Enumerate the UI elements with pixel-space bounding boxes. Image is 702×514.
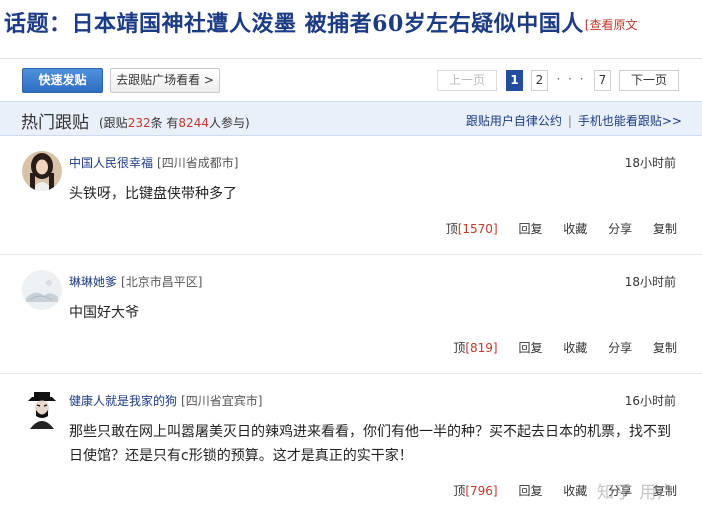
rules-link[interactable]: 跟贴用户自律公约 [466,114,562,128]
comment-content: 中国好大爷 [69,305,139,321]
collect-button[interactable]: 收藏 [563,222,587,236]
comment-item: 琳琳她爹 [北京市昌平区] 18小时前 中国好大爷 顶[819] 回复 收藏 分享… [0,256,702,374]
next-page-button[interactable]: 下一页 [619,70,679,91]
hot-comments-title: 热门跟贴 [21,113,89,133]
comment-time: 16小时前 [624,394,676,408]
share-button[interactable]: 分享 [608,222,632,236]
page-7-button[interactable]: 7 [594,70,611,91]
comment-item: 中国人民很幸福 [四川省成都市] 18小时前 头铁呀，比键盘侠带种多了 顶[157… [0,137,702,255]
user-location: [北京市昌平区] [121,275,203,289]
upvote-label: 顶 [453,484,466,498]
reply-count: 232 [127,116,151,130]
upvote-button[interactable]: 顶[819] [453,341,497,355]
page-2-button[interactable]: 2 [531,70,548,91]
pager-ellipsis: · · · [556,70,586,91]
comment-time: 18小时前 [624,275,676,289]
avatar[interactable] [22,270,62,310]
quick-post-button[interactable]: 快速发贴 [22,68,103,93]
username-link[interactable]: 琳琳她爹 [69,275,117,289]
upvote-button[interactable]: 顶[796] [453,484,497,498]
mobile-link[interactable]: 手机也能看跟贴>> [578,114,682,128]
comment-content: 头铁呀，比键盘侠带种多了 [69,186,237,202]
collect-button[interactable]: 收藏 [563,484,587,498]
copy-button[interactable]: 复制 [653,222,677,236]
stats-suffix: 人参与) [208,116,250,130]
collect-button[interactable]: 收藏 [563,341,587,355]
reply-button[interactable]: 回复 [518,484,542,498]
share-button[interactable]: 分享 [608,341,632,355]
username-link[interactable]: 中国人民很幸福 [69,156,153,170]
page-title: 话题：日本靖国神社遭人泼墨 被捕者60岁左右疑似中国人 [4,11,584,37]
reply-button[interactable]: 回复 [518,341,542,355]
upvote-label: 顶 [445,222,458,236]
copy-button[interactable]: 复制 [653,341,677,355]
participant-count: 8244 [178,116,209,130]
username-link[interactable]: 健康人就是我家的狗 [69,394,177,408]
upvote-count: [1570] [457,222,498,236]
avatar[interactable] [22,151,62,191]
avatar-masked-figure-icon [22,389,62,429]
comment-user: 中国人民很幸福 [四川省成都市] [69,154,238,171]
upvote-button[interactable]: 顶[1570] [446,222,498,236]
stats-mid: 条 有 [150,116,179,130]
comment-user: 琳琳她爹 [北京市昌平区] [69,273,202,290]
comment-stats: (跟贴232条 有8244人参与) [99,114,250,131]
reply-button[interactable]: 回复 [518,222,542,236]
prev-page-button[interactable]: 上一页 [437,70,497,91]
avatar[interactable] [22,389,62,429]
comment-actions: 顶[819] 回复 收藏 分享 复制 [453,339,677,356]
avatar-girl-icon [22,151,62,191]
zhihu-watermark: 知乎 用户 [597,483,676,503]
toolbar: 快速发贴 去跟贴广场看看 > 上一页 1 2 · · · 7 下一页 [0,58,702,100]
user-location: [四川省成都市] [157,156,239,170]
hot-comments-header: 热门跟贴 (跟贴232条 有8244人参与) 跟贴用户自律公约 | 手机也能看跟贴>… [0,101,702,136]
upvote-count: [819] [465,341,498,355]
plaza-button[interactable]: 去跟贴广场看看 > [110,68,220,93]
header-links: 跟贴用户自律公约 | 手机也能看跟贴>> [466,112,682,129]
comment-time: 18小时前 [624,156,676,170]
upvote-label: 顶 [453,341,466,355]
stats-prefix: (跟贴 [99,116,128,130]
avatar-landscape-icon [22,270,62,310]
page-1-button[interactable]: 1 [506,70,523,91]
user-location: [四川省宜宾市] [181,394,263,408]
view-source-link[interactable]: [查看原文 [585,18,638,32]
link-separator: | [567,114,572,128]
comment-user: 健康人就是我家的狗 [四川省宜宾市] [69,392,262,409]
topic-header: 话题：日本靖国神社遭人泼墨 被捕者60岁左右疑似中国人[查看原文 [4,6,702,46]
comment-actions: 顶[1570] 回复 收藏 分享 复制 [446,220,677,237]
upvote-count: [796] [465,484,498,498]
comment-content: 那些只敢在网上叫嚣屠美灭日的辣鸡进来看看，你们有他一半的种？买不起去日本的机票，… [69,424,671,464]
